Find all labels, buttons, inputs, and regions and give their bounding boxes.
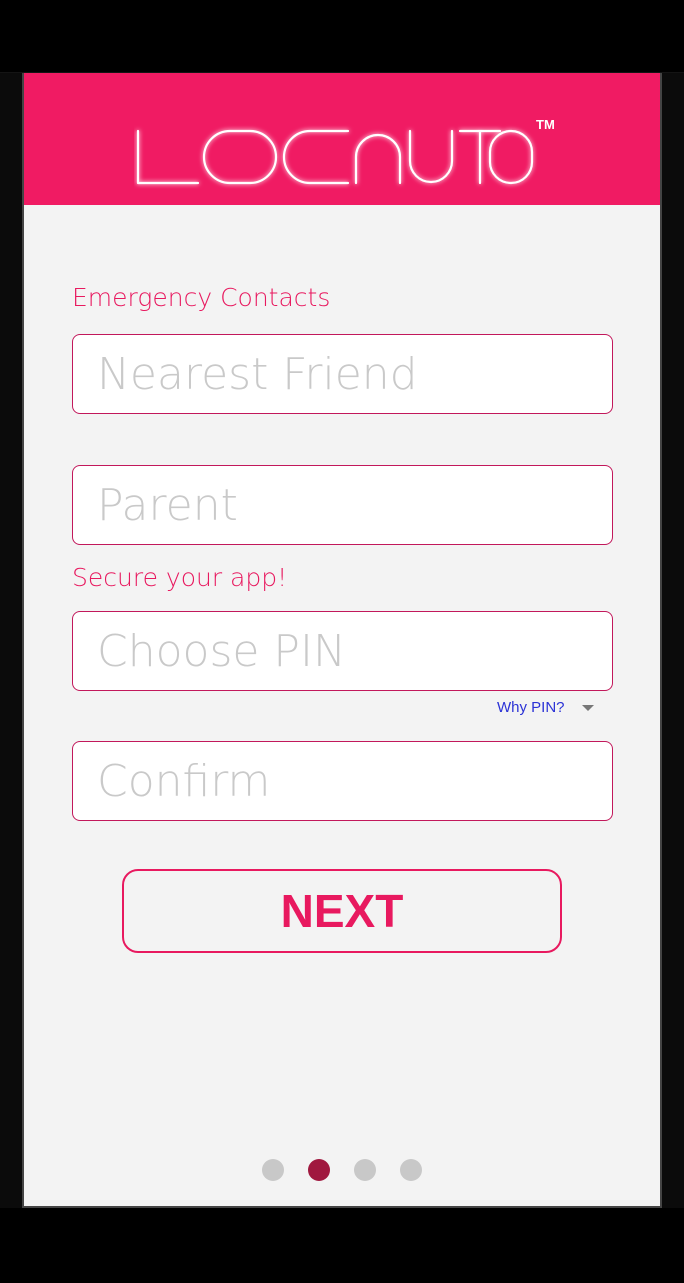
- device-frame: TM Emergency Contacts Secure your app! W…: [0, 0, 684, 1283]
- right-bezel: [662, 73, 684, 1208]
- locnuto-logo: TM: [136, 117, 554, 185]
- why-pin-label: Why PIN?: [497, 699, 565, 716]
- page-dot-3[interactable]: [354, 1159, 376, 1181]
- caret-down-icon: [581, 704, 594, 711]
- why-pin-link[interactable]: Why PIN?: [497, 699, 594, 716]
- page-dot-4[interactable]: [400, 1159, 422, 1181]
- app-screen: TM Emergency Contacts Secure your app! W…: [22, 73, 662, 1208]
- emergency-contacts-label: Emergency Contacts: [72, 283, 331, 312]
- parent-input[interactable]: [72, 465, 613, 545]
- left-bezel: [0, 73, 22, 1208]
- page-dot-1[interactable]: [262, 1159, 284, 1181]
- choose-pin-input[interactable]: [72, 611, 613, 691]
- confirm-pin-input[interactable]: [72, 741, 613, 821]
- trademark-mark: TM: [536, 117, 554, 132]
- page-dot-2-active[interactable]: [308, 1159, 330, 1181]
- secure-app-label: Secure your app!: [72, 563, 288, 592]
- nearest-friend-input[interactable]: [72, 334, 613, 414]
- page-indicator: [262, 1159, 422, 1181]
- app-header: TM: [24, 73, 660, 205]
- next-button[interactable]: NEXT: [122, 869, 562, 953]
